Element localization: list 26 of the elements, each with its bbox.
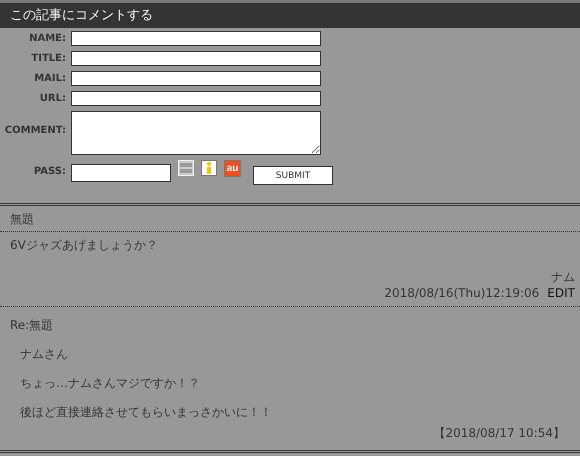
reply-title: Re:無題 bbox=[10, 317, 54, 334]
field-label: COMMENT: bbox=[4, 124, 66, 138]
comment-body: 6Vジャズあげましょうか？ bbox=[9, 237, 159, 254]
comment-field[interactable] bbox=[71, 111, 321, 155]
edit-link[interactable]: EDIT bbox=[547, 286, 575, 300]
carrier-icon[interactable]: au bbox=[224, 160, 241, 177]
text-field[interactable] bbox=[71, 71, 321, 86]
password-field[interactable] bbox=[71, 164, 171, 182]
field-label: URL: bbox=[38, 92, 66, 106]
post-date: 2018/08/16(Thu)12:19:06 bbox=[384, 286, 540, 300]
field-label: PASS: bbox=[32, 165, 66, 179]
submit-button[interactable]: SUBMIT bbox=[253, 166, 333, 185]
field-label: TITLE: bbox=[30, 52, 66, 66]
field-label: MAIL: bbox=[33, 72, 66, 86]
info-icon[interactable] bbox=[201, 160, 217, 176]
reply-text: 後ほど直接連絡させてもらいまっさかいに！！ bbox=[19, 404, 273, 421]
text-field[interactable] bbox=[71, 51, 321, 66]
reply-text: ナムさん bbox=[19, 346, 69, 363]
reply-text: ちょっ…ナムさんマジですか！？ bbox=[19, 375, 201, 392]
author-name: ナム bbox=[551, 269, 575, 286]
field-label: NAME: bbox=[28, 32, 66, 46]
reply-date: 【2018/08/17 10:54】 bbox=[432, 425, 566, 442]
text-field[interactable] bbox=[71, 31, 321, 46]
section-title: この記事にコメントする bbox=[10, 8, 153, 23]
text-field[interactable] bbox=[71, 91, 321, 106]
comment-title: 無題 bbox=[0, 206, 580, 232]
